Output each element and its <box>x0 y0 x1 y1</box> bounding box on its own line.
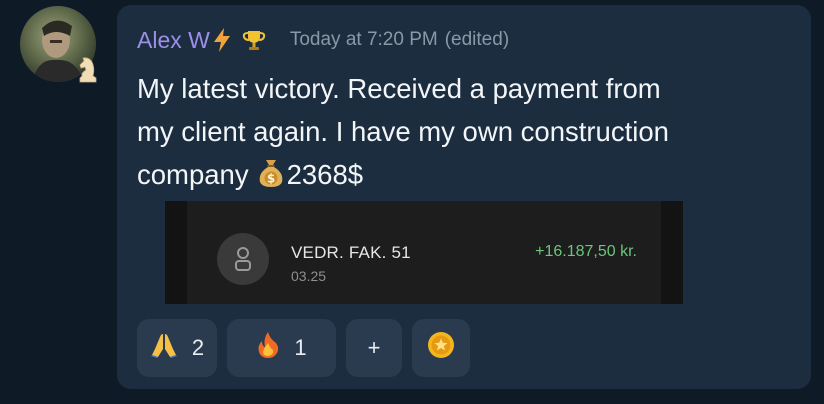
lightning-icon <box>212 27 232 53</box>
message-text-line: my client again. I have my own construct… <box>137 116 669 147</box>
transaction-title: VEDR. FAK. 51 <box>291 243 411 262</box>
transaction-row: VEDR. FAK. 51 03.25 +16.187,50 kr. <box>187 201 661 304</box>
payment-amount: 2368$ <box>286 159 364 190</box>
coin-icon <box>426 330 456 366</box>
fire-icon <box>256 331 280 365</box>
person-icon <box>235 247 251 271</box>
transaction-date: 03.25 <box>291 268 327 284</box>
reaction-count: 2 <box>191 335 205 360</box>
reaction-coin[interactable] <box>412 319 470 377</box>
folded-hands-icon <box>150 331 178 365</box>
svg-text:$: $ <box>266 172 274 186</box>
message-text: My latest victory. Received a payment fr… <box>137 67 797 200</box>
reaction-folded-hands[interactable]: 2 <box>137 319 217 377</box>
message-timestamp: Today at 7:20 PM <box>289 29 438 50</box>
author-avatar[interactable] <box>20 6 98 84</box>
message-bubble: Alex W Today at 7:20 PM (edited) My late… <box>117 5 811 389</box>
message-text-fragment: company <box>137 159 249 190</box>
transaction-amount: +16.187,50 kr. <box>535 243 637 260</box>
transaction-avatar <box>217 233 269 285</box>
reaction-fire[interactable]: 1 <box>227 319 336 377</box>
reactions-bar: 2 1 + <box>137 319 470 377</box>
author-name[interactable]: Alex W <box>137 27 210 54</box>
trophy-icon <box>242 28 266 52</box>
add-reaction-button[interactable]: + <box>346 319 402 377</box>
reaction-count: 1 <box>294 335 307 360</box>
message-text-line: company $ 2368$ <box>137 153 797 200</box>
message-text-line: My latest victory. Received a payment fr… <box>137 73 661 104</box>
plus-icon: + <box>367 335 381 360</box>
chess-knight-icon <box>76 54 100 84</box>
payment-screenshot[interactable]: VEDR. FAK. 51 03.25 +16.187,50 kr. <box>165 201 683 304</box>
message-header: Alex W Today at 7:20 PM (edited) <box>137 25 509 55</box>
money-bag-icon: $ <box>257 157 285 200</box>
edited-label: (edited) <box>444 29 510 50</box>
